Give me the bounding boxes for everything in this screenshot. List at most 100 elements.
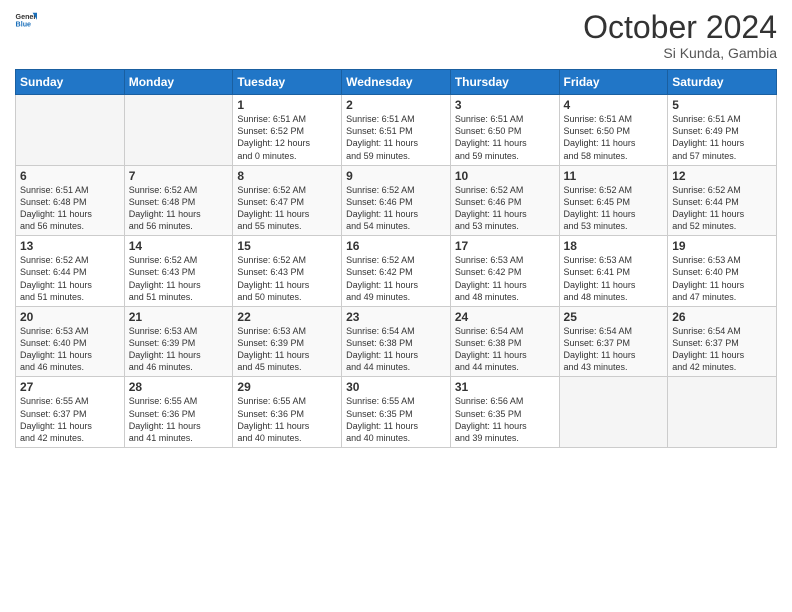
day-info: Sunrise: 6:51 AM Sunset: 6:50 PM Dayligh… (564, 113, 664, 162)
calendar-title: October 2024 (583, 10, 777, 45)
week-row-5: 27Sunrise: 6:55 AM Sunset: 6:37 PM Dayli… (16, 377, 777, 448)
day-info: Sunrise: 6:52 AM Sunset: 6:44 PM Dayligh… (20, 254, 120, 303)
logo: General Blue (15, 10, 37, 32)
calendar-cell: 6Sunrise: 6:51 AM Sunset: 6:48 PM Daylig… (16, 165, 125, 236)
calendar-cell: 30Sunrise: 6:55 AM Sunset: 6:35 PM Dayli… (342, 377, 451, 448)
week-row-4: 20Sunrise: 6:53 AM Sunset: 6:40 PM Dayli… (16, 306, 777, 377)
calendar-cell: 4Sunrise: 6:51 AM Sunset: 6:50 PM Daylig… (559, 95, 668, 166)
calendar-cell (16, 95, 125, 166)
day-number: 22 (237, 310, 337, 324)
calendar-cell: 14Sunrise: 6:52 AM Sunset: 6:43 PM Dayli… (124, 236, 233, 307)
day-number: 7 (129, 169, 229, 183)
day-info: Sunrise: 6:51 AM Sunset: 6:50 PM Dayligh… (455, 113, 555, 162)
day-number: 13 (20, 239, 120, 253)
day-info: Sunrise: 6:53 AM Sunset: 6:40 PM Dayligh… (672, 254, 772, 303)
day-header-sunday: Sunday (16, 70, 125, 95)
day-info: Sunrise: 6:54 AM Sunset: 6:37 PM Dayligh… (672, 325, 772, 374)
day-number: 14 (129, 239, 229, 253)
calendar-table: SundayMondayTuesdayWednesdayThursdayFrid… (15, 69, 777, 448)
day-number: 3 (455, 98, 555, 112)
calendar-page: General Blue October 2024 Si Kunda, Gamb… (0, 0, 792, 612)
day-info: Sunrise: 6:53 AM Sunset: 6:42 PM Dayligh… (455, 254, 555, 303)
calendar-cell: 10Sunrise: 6:52 AM Sunset: 6:46 PM Dayli… (450, 165, 559, 236)
day-info: Sunrise: 6:55 AM Sunset: 6:36 PM Dayligh… (237, 395, 337, 444)
day-number: 25 (564, 310, 664, 324)
week-row-3: 13Sunrise: 6:52 AM Sunset: 6:44 PM Dayli… (16, 236, 777, 307)
calendar-cell: 25Sunrise: 6:54 AM Sunset: 6:37 PM Dayli… (559, 306, 668, 377)
title-block: October 2024 Si Kunda, Gambia (583, 10, 777, 61)
calendar-cell: 9Sunrise: 6:52 AM Sunset: 6:46 PM Daylig… (342, 165, 451, 236)
day-number: 24 (455, 310, 555, 324)
day-number: 8 (237, 169, 337, 183)
day-number: 29 (237, 380, 337, 394)
day-info: Sunrise: 6:52 AM Sunset: 6:43 PM Dayligh… (129, 254, 229, 303)
day-info: Sunrise: 6:52 AM Sunset: 6:42 PM Dayligh… (346, 254, 446, 303)
day-info: Sunrise: 6:54 AM Sunset: 6:37 PM Dayligh… (564, 325, 664, 374)
day-number: 1 (237, 98, 337, 112)
calendar-cell: 8Sunrise: 6:52 AM Sunset: 6:47 PM Daylig… (233, 165, 342, 236)
day-header-saturday: Saturday (668, 70, 777, 95)
day-info: Sunrise: 6:53 AM Sunset: 6:40 PM Dayligh… (20, 325, 120, 374)
day-header-thursday: Thursday (450, 70, 559, 95)
day-info: Sunrise: 6:51 AM Sunset: 6:51 PM Dayligh… (346, 113, 446, 162)
day-number: 5 (672, 98, 772, 112)
day-info: Sunrise: 6:53 AM Sunset: 6:39 PM Dayligh… (129, 325, 229, 374)
day-number: 30 (346, 380, 446, 394)
week-row-2: 6Sunrise: 6:51 AM Sunset: 6:48 PM Daylig… (16, 165, 777, 236)
calendar-cell: 18Sunrise: 6:53 AM Sunset: 6:41 PM Dayli… (559, 236, 668, 307)
day-info: Sunrise: 6:56 AM Sunset: 6:35 PM Dayligh… (455, 395, 555, 444)
day-info: Sunrise: 6:53 AM Sunset: 6:41 PM Dayligh… (564, 254, 664, 303)
day-number: 2 (346, 98, 446, 112)
week-row-1: 1Sunrise: 6:51 AM Sunset: 6:52 PM Daylig… (16, 95, 777, 166)
calendar-cell: 11Sunrise: 6:52 AM Sunset: 6:45 PM Dayli… (559, 165, 668, 236)
day-number: 26 (672, 310, 772, 324)
day-number: 31 (455, 380, 555, 394)
day-number: 6 (20, 169, 120, 183)
calendar-cell: 31Sunrise: 6:56 AM Sunset: 6:35 PM Dayli… (450, 377, 559, 448)
day-info: Sunrise: 6:52 AM Sunset: 6:43 PM Dayligh… (237, 254, 337, 303)
calendar-subtitle: Si Kunda, Gambia (583, 45, 777, 61)
calendar-cell: 24Sunrise: 6:54 AM Sunset: 6:38 PM Dayli… (450, 306, 559, 377)
day-number: 23 (346, 310, 446, 324)
calendar-cell: 12Sunrise: 6:52 AM Sunset: 6:44 PM Dayli… (668, 165, 777, 236)
calendar-cell (124, 95, 233, 166)
calendar-cell: 20Sunrise: 6:53 AM Sunset: 6:40 PM Dayli… (16, 306, 125, 377)
logo-icon: General Blue (15, 10, 37, 32)
calendar-cell: 22Sunrise: 6:53 AM Sunset: 6:39 PM Dayli… (233, 306, 342, 377)
calendar-cell: 13Sunrise: 6:52 AM Sunset: 6:44 PM Dayli… (16, 236, 125, 307)
day-info: Sunrise: 6:51 AM Sunset: 6:52 PM Dayligh… (237, 113, 337, 162)
day-info: Sunrise: 6:52 AM Sunset: 6:47 PM Dayligh… (237, 184, 337, 233)
day-number: 17 (455, 239, 555, 253)
day-number: 10 (455, 169, 555, 183)
day-info: Sunrise: 6:53 AM Sunset: 6:39 PM Dayligh… (237, 325, 337, 374)
day-number: 28 (129, 380, 229, 394)
day-number: 19 (672, 239, 772, 253)
calendar-cell (559, 377, 668, 448)
calendar-cell: 1Sunrise: 6:51 AM Sunset: 6:52 PM Daylig… (233, 95, 342, 166)
day-info: Sunrise: 6:52 AM Sunset: 6:46 PM Dayligh… (455, 184, 555, 233)
calendar-cell: 3Sunrise: 6:51 AM Sunset: 6:50 PM Daylig… (450, 95, 559, 166)
day-info: Sunrise: 6:55 AM Sunset: 6:37 PM Dayligh… (20, 395, 120, 444)
day-info: Sunrise: 6:55 AM Sunset: 6:35 PM Dayligh… (346, 395, 446, 444)
day-number: 15 (237, 239, 337, 253)
header: General Blue October 2024 Si Kunda, Gamb… (15, 10, 777, 61)
day-number: 18 (564, 239, 664, 253)
day-number: 11 (564, 169, 664, 183)
day-info: Sunrise: 6:52 AM Sunset: 6:48 PM Dayligh… (129, 184, 229, 233)
day-header-wednesday: Wednesday (342, 70, 451, 95)
day-info: Sunrise: 6:52 AM Sunset: 6:46 PM Dayligh… (346, 184, 446, 233)
calendar-cell: 5Sunrise: 6:51 AM Sunset: 6:49 PM Daylig… (668, 95, 777, 166)
day-header-friday: Friday (559, 70, 668, 95)
day-number: 9 (346, 169, 446, 183)
calendar-cell: 28Sunrise: 6:55 AM Sunset: 6:36 PM Dayli… (124, 377, 233, 448)
calendar-cell: 29Sunrise: 6:55 AM Sunset: 6:36 PM Dayli… (233, 377, 342, 448)
day-number: 16 (346, 239, 446, 253)
day-info: Sunrise: 6:51 AM Sunset: 6:48 PM Dayligh… (20, 184, 120, 233)
calendar-cell (668, 377, 777, 448)
calendar-cell: 26Sunrise: 6:54 AM Sunset: 6:37 PM Dayli… (668, 306, 777, 377)
calendar-cell: 19Sunrise: 6:53 AM Sunset: 6:40 PM Dayli… (668, 236, 777, 307)
calendar-cell: 15Sunrise: 6:52 AM Sunset: 6:43 PM Dayli… (233, 236, 342, 307)
day-info: Sunrise: 6:51 AM Sunset: 6:49 PM Dayligh… (672, 113, 772, 162)
day-info: Sunrise: 6:55 AM Sunset: 6:36 PM Dayligh… (129, 395, 229, 444)
day-number: 20 (20, 310, 120, 324)
